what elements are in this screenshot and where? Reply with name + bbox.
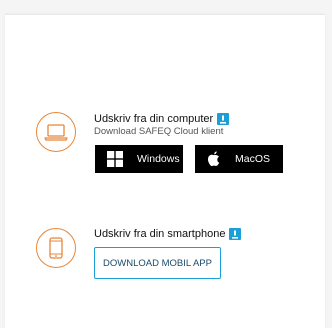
smartphone-section-title: Udskriv fra din smartphone — [94, 228, 242, 240]
macos-button-label: MacOS — [235, 153, 271, 165]
windows-button-label: Windows — [137, 153, 180, 165]
windows-download-button[interactable]: Windows — [95, 145, 183, 173]
macos-download-button[interactable]: MacOS — [195, 145, 283, 173]
windows-icon — [107, 151, 123, 167]
computer-section-title: Udskriv fra din computer — [94, 113, 230, 125]
apple-icon — [207, 151, 221, 167]
computer-section-subtitle: Download SAFEQ Cloud klient — [94, 126, 224, 137]
smartphone-title-text: Udskriv fra din smartphone — [94, 228, 226, 240]
computer-title-text: Udskriv fra din computer — [94, 113, 214, 125]
smartphone-icon — [36, 228, 76, 268]
download-mobile-app-label: DOWNLOAD MOBIL APP — [103, 257, 212, 269]
info-icon[interactable] — [217, 113, 230, 125]
laptop-icon — [36, 112, 76, 152]
download-mobile-app-button[interactable]: DOWNLOAD MOBIL APP — [94, 247, 221, 279]
info-icon[interactable] — [229, 228, 242, 240]
